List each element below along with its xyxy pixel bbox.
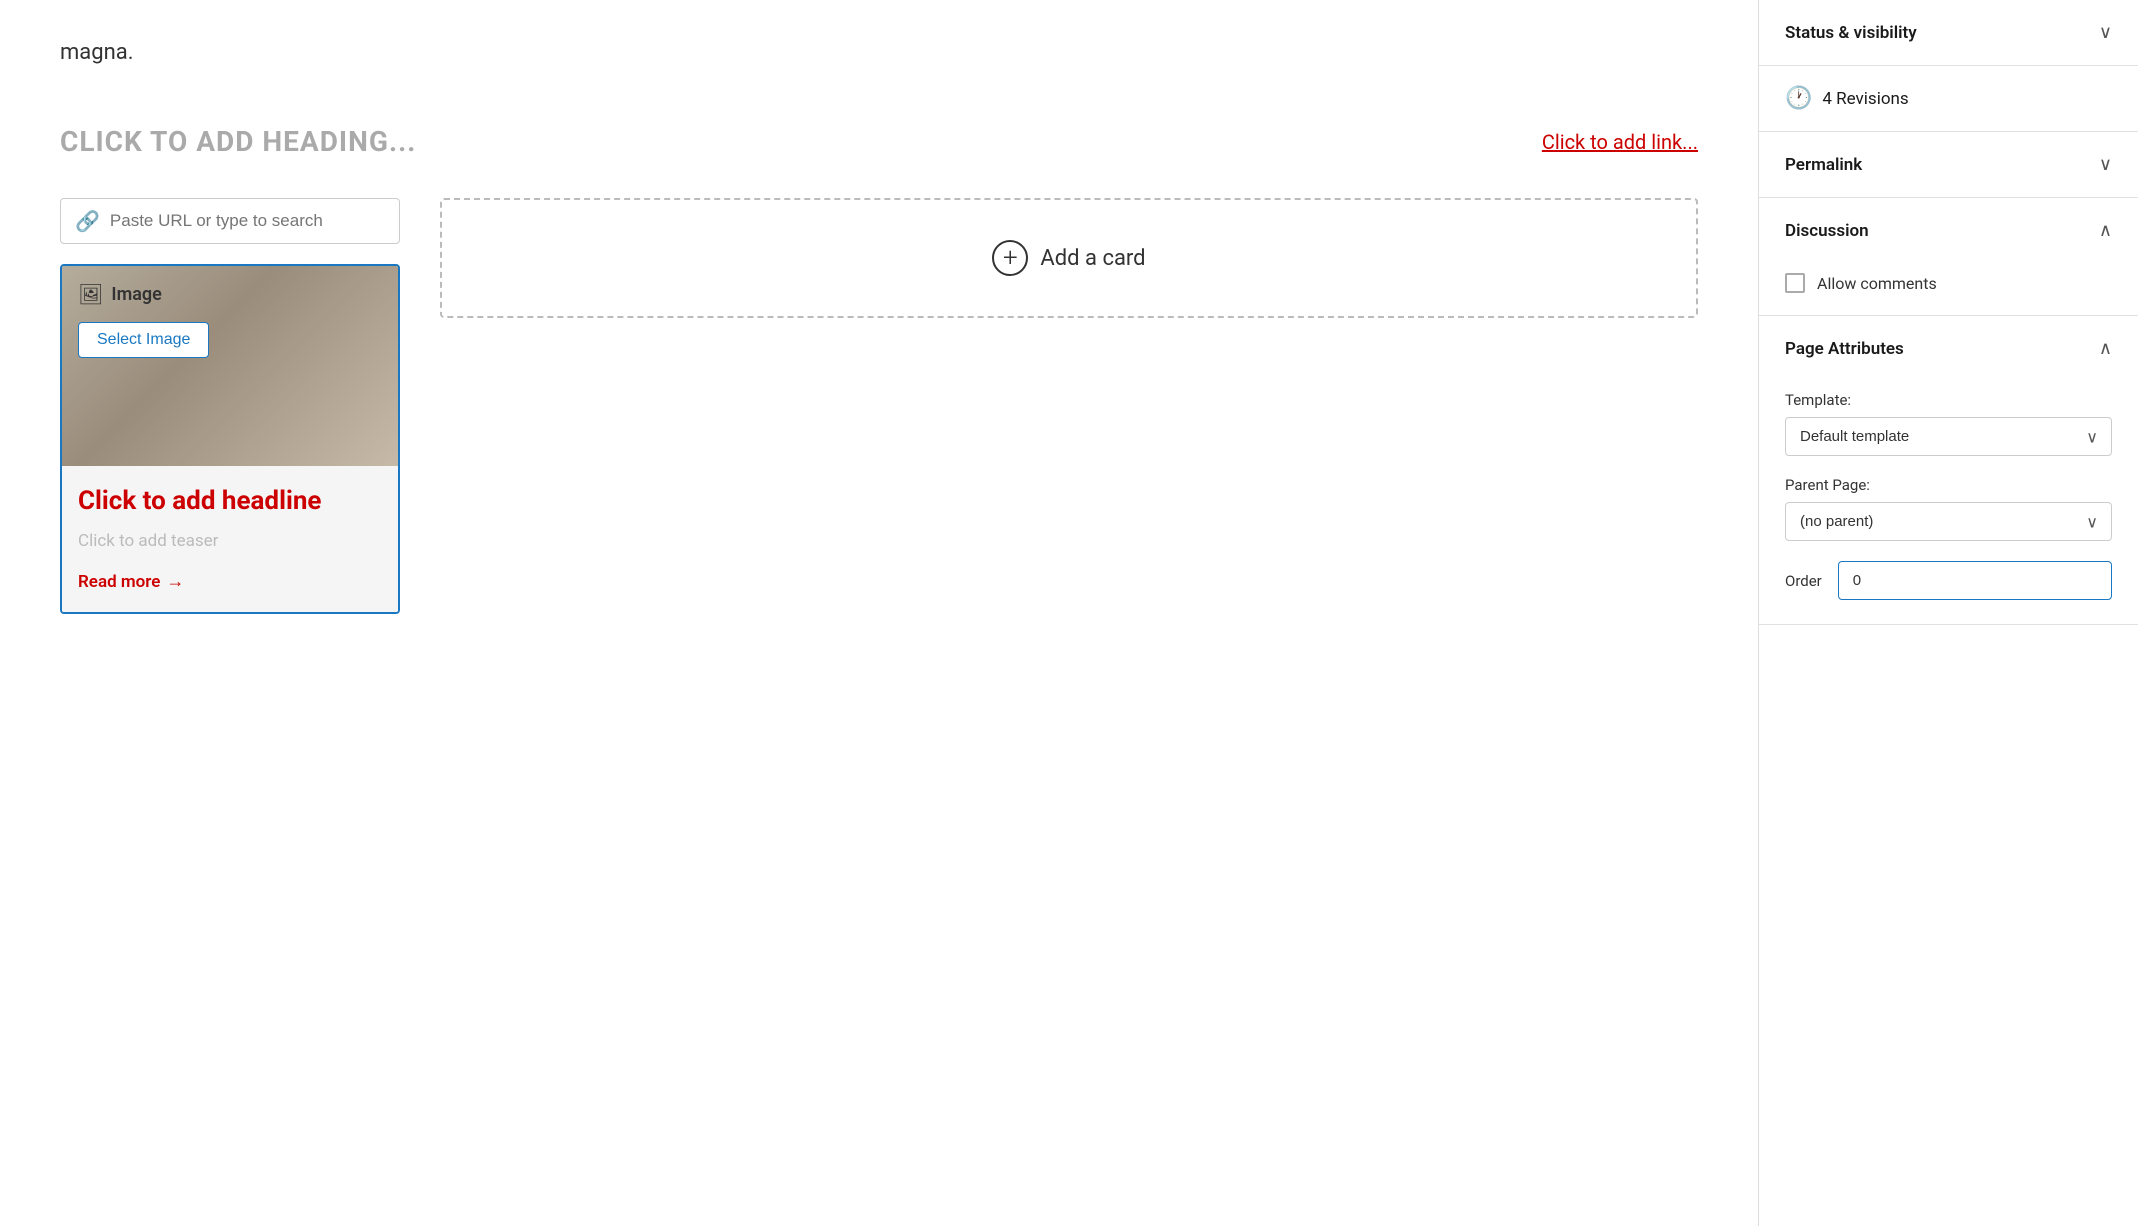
discussion-title: Discussion	[1785, 221, 1869, 241]
image-icon: 🖼	[78, 282, 103, 306]
order-label: Order	[1785, 572, 1822, 590]
add-card-block[interactable]: + Add a card	[440, 198, 1698, 318]
discussion-body: Allow comments	[1759, 263, 2138, 315]
page-attributes-section: Page Attributes ∧ Template: Default temp…	[1759, 316, 2138, 625]
link-placeholder[interactable]: Click to add link...	[1542, 130, 1698, 154]
discussion-header[interactable]: Discussion ∧	[1759, 198, 2138, 263]
link-icon: 🔗	[75, 209, 100, 233]
page-attributes-header[interactable]: Page Attributes ∧	[1759, 316, 2138, 381]
add-card-circle-icon: +	[992, 240, 1028, 276]
read-more-label: Read more	[78, 572, 160, 592]
permalink-title: Permalink	[1785, 155, 1862, 175]
permalink-chevron-down-icon: ∨	[2099, 154, 2112, 175]
card-headline[interactable]: Click to add headline	[78, 486, 382, 517]
sidebar: Status & visibility ∨ 🕐 4 Revisions Perm…	[1758, 0, 2138, 1226]
image-label-row: 🖼 Image	[78, 282, 382, 306]
allow-comments-label: Allow comments	[1817, 274, 1937, 293]
card-content: Click to add headline Click to add tease…	[62, 466, 398, 612]
read-more-arrow-icon: →	[166, 571, 184, 592]
blocks-row: 🔗 🖼 Image Select Image Click to add head…	[60, 198, 1698, 614]
left-column: 🔗 🖼 Image Select Image Click to add head…	[60, 198, 400, 614]
parent-page-select-wrapper: (no parent) ∨	[1785, 502, 2112, 541]
card-teaser[interactable]: Click to add teaser	[78, 531, 382, 551]
image-inner: 🖼 Image Select Image	[62, 266, 398, 466]
page-attributes-body: Template: Default templateFull width ∨ P…	[1759, 381, 2138, 624]
status-visibility-header[interactable]: Status & visibility ∨	[1759, 0, 2138, 65]
select-image-button[interactable]: Select Image	[78, 322, 209, 358]
revisions-row[interactable]: 🕐 4 Revisions	[1759, 66, 2138, 132]
heading-placeholder[interactable]: CLICK TO ADD HEADING...	[60, 125, 416, 158]
page-attributes-title: Page Attributes	[1785, 339, 1904, 359]
add-card-inner: + Add a card	[992, 240, 1145, 276]
template-label: Template:	[1785, 391, 2112, 409]
permalink-section: Permalink ∨	[1759, 132, 2138, 198]
permalink-header[interactable]: Permalink ∨	[1759, 132, 2138, 197]
image-block: 🖼 Image Select Image Click to add headli…	[60, 264, 400, 614]
order-input[interactable]	[1838, 561, 2112, 600]
main-content: magna. CLICK TO ADD HEADING... Click to …	[0, 0, 1758, 1226]
status-visibility-title: Status & visibility	[1785, 23, 1917, 43]
parent-page-select[interactable]: (no parent)	[1785, 502, 2112, 541]
status-visibility-section: Status & visibility ∨	[1759, 0, 2138, 66]
heading-row: CLICK TO ADD HEADING... Click to add lin…	[60, 125, 1698, 158]
allow-comments-checkbox[interactable]	[1785, 273, 1805, 293]
read-more-link[interactable]: Read more →	[78, 571, 382, 592]
url-search-input[interactable]	[110, 211, 385, 231]
add-card-label: Add a card	[1040, 246, 1145, 271]
parent-page-label: Parent Page:	[1785, 476, 2112, 494]
magna-text: magna.	[60, 40, 1698, 65]
discussion-section: Discussion ∧ Allow comments	[1759, 198, 2138, 316]
template-select[interactable]: Default templateFull width	[1785, 417, 2112, 456]
revisions-clock-icon: 🕐	[1785, 86, 1812, 111]
discussion-chevron-up-icon: ∧	[2099, 220, 2112, 241]
status-visibility-chevron-down-icon: ∨	[2099, 22, 2112, 43]
page-attributes-chevron-up-icon: ∧	[2099, 338, 2112, 359]
url-input-wrapper[interactable]: 🔗	[60, 198, 400, 244]
image-label: Image	[111, 284, 161, 305]
allow-comments-row: Allow comments	[1785, 273, 2112, 293]
revisions-label: 4 Revisions	[1822, 89, 1908, 109]
order-row: Order	[1785, 561, 2112, 600]
template-select-wrapper: Default templateFull width ∨	[1785, 417, 2112, 456]
